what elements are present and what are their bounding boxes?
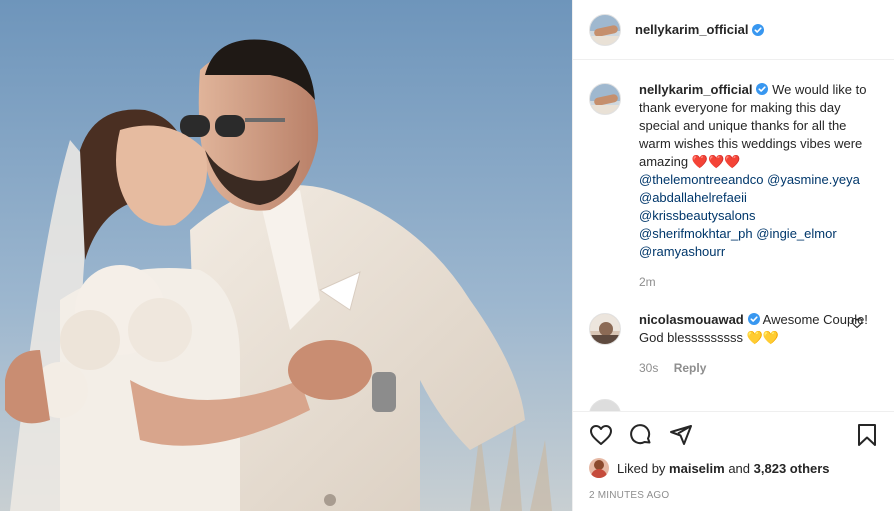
likes-prefix: Liked by <box>617 460 666 476</box>
share-icon[interactable] <box>669 423 693 447</box>
post-actions: Liked by maiselim and 3,823 others 2 MIN… <box>573 411 894 511</box>
likes-others[interactable]: 3,823 others <box>754 461 830 476</box>
instagram-post: nellykarim_official nellykarim_official … <box>0 0 894 511</box>
verified-badge-icon <box>747 313 760 325</box>
mention-link[interactable]: @abdallahelrefaeii <box>639 189 879 207</box>
caption-username[interactable]: nellykarim_official <box>639 82 752 97</box>
mention-link[interactable]: @yasmine.yeya <box>767 172 860 187</box>
author-username[interactable]: nellykarim_official <box>635 22 748 37</box>
caption: nellykarim_official We would like to tha… <box>589 81 879 291</box>
commenter-username[interactable]: nicolasmouawad <box>639 312 744 327</box>
wedding-photo-illustration <box>0 0 572 511</box>
liker-avatar[interactable] <box>589 458 609 478</box>
caption-mentions-line-5: @sherifmokhtar_ph @ingie_elmor <box>639 225 879 243</box>
author-avatar[interactable] <box>589 13 621 46</box>
heart-icon[interactable] <box>589 423 613 447</box>
action-icons <box>589 412 879 458</box>
commenter-avatar[interactable] <box>589 399 621 411</box>
post-sidebar: nellykarim_official nellykarim_official … <box>572 0 894 511</box>
comment-emoji: 💛💛 <box>746 330 780 345</box>
verified-badge-icon <box>756 83 769 95</box>
caption-time[interactable]: 2m <box>639 275 656 289</box>
reply-button[interactable]: Reply <box>674 361 707 375</box>
caption-body: nellykarim_official We would like to tha… <box>639 81 879 291</box>
liker-username[interactable]: maiselim <box>669 461 725 476</box>
mention-link[interactable]: @krissbeautysalons <box>639 207 879 225</box>
likes-joiner: and <box>728 460 751 476</box>
comment-item-partial <box>589 397 879 411</box>
post-header: nellykarim_official <box>573 0 894 60</box>
comments-section[interactable]: nellykarim_official We would like to tha… <box>573 61 894 411</box>
commenter-avatar[interactable] <box>589 313 621 345</box>
comment-meta: 30s Reply <box>639 359 879 377</box>
verified-badge-icon <box>752 23 765 36</box>
comment-time[interactable]: 30s <box>639 361 658 375</box>
mention-link[interactable]: @thelemontreeandco <box>639 172 764 187</box>
caption-meta: 2m <box>639 273 879 291</box>
post-photo[interactable] <box>0 0 572 511</box>
mention-link[interactable]: @sherifmokhtar_ph <box>639 226 753 241</box>
comment-body: nicolasmouawad Awesome Couple! God bless… <box>639 311 879 377</box>
like-comment-heart-icon[interactable] <box>851 317 863 329</box>
likes-summary: Liked by maiselim and 3,823 others <box>589 458 879 478</box>
caption-mentions-line-1: @thelemontreeandco @yasmine.yeya <box>639 171 879 189</box>
post-timestamp[interactable]: 2 MINUTES AGO <box>589 490 879 501</box>
mention-link[interactable]: @ramyashourr <box>639 243 879 261</box>
caption-avatar[interactable] <box>589 83 621 115</box>
caption-hearts: ❤️❤️❤️ <box>691 154 741 169</box>
comment-icon[interactable] <box>629 423 653 447</box>
comment-item: nicolasmouawad Awesome Couple! God bless… <box>589 311 879 377</box>
mention-link[interactable]: @ingie_elmor <box>756 226 836 241</box>
bookmark-icon[interactable] <box>855 423 879 447</box>
